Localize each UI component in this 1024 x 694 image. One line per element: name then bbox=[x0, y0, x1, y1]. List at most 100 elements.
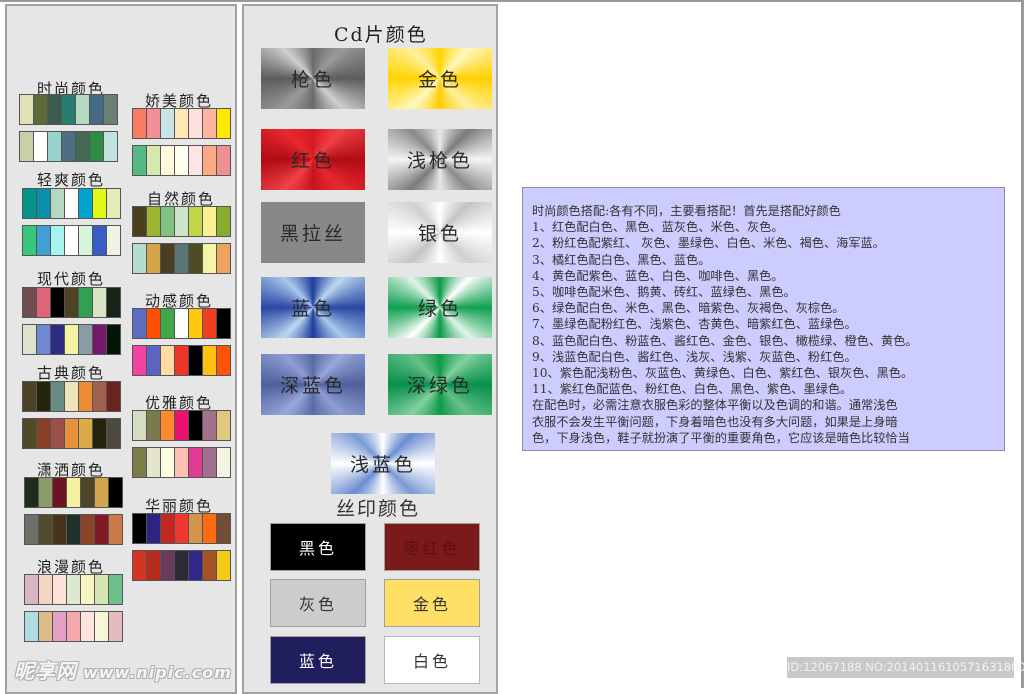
color-swatch[interactable] bbox=[217, 146, 230, 175]
color-swatch[interactable] bbox=[133, 146, 147, 175]
cd-color-tile-lightblue[interactable]: 浅蓝色 bbox=[331, 433, 435, 494]
color-swatch[interactable] bbox=[203, 551, 217, 580]
color-swatch[interactable] bbox=[95, 612, 109, 641]
color-swatch[interactable] bbox=[217, 448, 230, 477]
color-swatch[interactable] bbox=[107, 189, 120, 218]
color-swatch[interactable] bbox=[67, 515, 81, 544]
color-swatch[interactable] bbox=[189, 244, 203, 273]
color-swatch[interactable] bbox=[53, 612, 67, 641]
color-swatch[interactable] bbox=[25, 515, 39, 544]
color-swatch[interactable] bbox=[189, 207, 203, 236]
color-swatch[interactable] bbox=[62, 132, 76, 161]
color-swatch[interactable] bbox=[189, 109, 203, 138]
color-swatch[interactable] bbox=[107, 288, 120, 317]
color-swatch[interactable] bbox=[81, 515, 95, 544]
color-swatch[interactable] bbox=[147, 448, 161, 477]
cd-color-tile-darkgreen[interactable]: 深绿色 bbox=[388, 354, 492, 415]
color-swatch[interactable] bbox=[95, 515, 109, 544]
color-swatch[interactable] bbox=[203, 309, 217, 338]
color-swatch[interactable] bbox=[217, 207, 230, 236]
color-swatch[interactable] bbox=[62, 95, 76, 124]
color-swatch[interactable] bbox=[90, 95, 104, 124]
color-swatch[interactable] bbox=[217, 109, 230, 138]
color-swatch[interactable] bbox=[93, 325, 107, 354]
color-swatch[interactable] bbox=[81, 612, 95, 641]
color-swatch[interactable] bbox=[23, 226, 37, 255]
color-swatch[interactable] bbox=[95, 575, 109, 604]
color-swatch[interactable] bbox=[175, 309, 189, 338]
color-swatch[interactable] bbox=[79, 288, 93, 317]
color-swatch[interactable] bbox=[175, 514, 189, 543]
color-swatch[interactable] bbox=[161, 146, 175, 175]
color-swatch[interactable] bbox=[65, 189, 79, 218]
color-swatch[interactable] bbox=[81, 478, 95, 507]
cd-color-tile-brushed[interactable]: 黑拉丝 bbox=[261, 202, 365, 263]
color-swatch[interactable] bbox=[93, 226, 107, 255]
color-swatch[interactable] bbox=[133, 109, 147, 138]
color-swatch[interactable] bbox=[109, 575, 122, 604]
cd-color-tile-blue[interactable]: 蓝色 bbox=[261, 277, 365, 338]
color-swatch[interactable] bbox=[175, 244, 189, 273]
color-swatch[interactable] bbox=[175, 411, 189, 440]
color-swatch[interactable] bbox=[189, 448, 203, 477]
color-swatch[interactable] bbox=[133, 514, 147, 543]
color-swatch[interactable] bbox=[93, 189, 107, 218]
color-swatch[interactable] bbox=[133, 244, 147, 273]
color-swatch[interactable] bbox=[81, 575, 95, 604]
color-swatch[interactable] bbox=[104, 132, 117, 161]
color-swatch[interactable] bbox=[161, 309, 175, 338]
color-swatch[interactable] bbox=[65, 288, 79, 317]
color-swatch[interactable] bbox=[203, 514, 217, 543]
color-swatch[interactable] bbox=[37, 419, 51, 448]
color-swatch[interactable] bbox=[217, 244, 230, 273]
color-swatch[interactable] bbox=[147, 411, 161, 440]
silk-color-tile[interactable]: 金色 bbox=[384, 579, 480, 627]
color-swatch[interactable] bbox=[161, 551, 175, 580]
color-swatch[interactable] bbox=[133, 309, 147, 338]
color-swatch[interactable] bbox=[109, 515, 122, 544]
color-swatch[interactable] bbox=[161, 109, 175, 138]
silk-color-tile[interactable]: 灰色 bbox=[270, 579, 366, 627]
color-swatch[interactable] bbox=[175, 109, 189, 138]
silk-color-tile[interactable]: 黑色 bbox=[270, 523, 366, 571]
silk-color-tile[interactable]: 白色 bbox=[384, 636, 480, 684]
silk-color-tile[interactable]: 枣红色 bbox=[384, 523, 480, 571]
color-swatch[interactable] bbox=[217, 551, 230, 580]
color-swatch[interactable] bbox=[79, 419, 93, 448]
color-swatch[interactable] bbox=[65, 419, 79, 448]
color-swatch[interactable] bbox=[203, 448, 217, 477]
color-swatch[interactable] bbox=[90, 132, 104, 161]
color-swatch[interactable] bbox=[37, 382, 51, 411]
color-swatch[interactable] bbox=[79, 325, 93, 354]
color-swatch[interactable] bbox=[34, 95, 48, 124]
color-swatch[interactable] bbox=[39, 478, 53, 507]
color-swatch[interactable] bbox=[203, 244, 217, 273]
color-swatch[interactable] bbox=[37, 226, 51, 255]
color-swatch[interactable] bbox=[25, 478, 39, 507]
color-swatch[interactable] bbox=[39, 515, 53, 544]
color-swatch[interactable] bbox=[161, 244, 175, 273]
color-swatch[interactable] bbox=[37, 189, 51, 218]
color-swatch[interactable] bbox=[133, 411, 147, 440]
color-swatch[interactable] bbox=[95, 478, 109, 507]
color-swatch[interactable] bbox=[53, 515, 67, 544]
color-swatch[interactable] bbox=[203, 207, 217, 236]
color-swatch[interactable] bbox=[217, 514, 230, 543]
color-swatch[interactable] bbox=[175, 551, 189, 580]
color-swatch[interactable] bbox=[175, 207, 189, 236]
color-swatch[interactable] bbox=[23, 419, 37, 448]
color-swatch[interactable] bbox=[76, 132, 90, 161]
color-swatch[interactable] bbox=[147, 207, 161, 236]
color-swatch[interactable] bbox=[147, 514, 161, 543]
color-swatch[interactable] bbox=[175, 346, 189, 375]
color-swatch[interactable] bbox=[53, 478, 67, 507]
color-swatch[interactable] bbox=[23, 288, 37, 317]
color-swatch[interactable] bbox=[65, 226, 79, 255]
cd-color-tile-lightgun[interactable]: 浅枪色 bbox=[388, 129, 492, 190]
color-swatch[interactable] bbox=[203, 146, 217, 175]
color-swatch[interactable] bbox=[161, 346, 175, 375]
color-swatch[interactable] bbox=[48, 132, 62, 161]
color-swatch[interactable] bbox=[93, 288, 107, 317]
color-swatch[interactable] bbox=[175, 448, 189, 477]
color-swatch[interactable] bbox=[51, 419, 65, 448]
